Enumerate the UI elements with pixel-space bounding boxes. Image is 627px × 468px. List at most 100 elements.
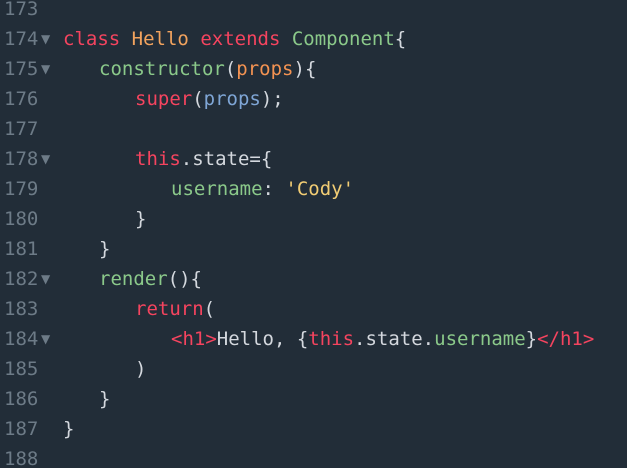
code-line[interactable]: 178 ▼ this.state={ bbox=[0, 144, 627, 174]
code-text[interactable]: class Hello extends Component{ bbox=[63, 24, 406, 54]
code-line[interactable]: 179 username: 'Cody' bbox=[0, 174, 627, 204]
code-token-component: Component bbox=[291, 28, 395, 50]
code-token-tag: <h1> bbox=[171, 328, 217, 350]
line-gutter: 184 ▼ bbox=[0, 324, 58, 354]
fold-arrow-icon[interactable]: ▼ bbox=[41, 264, 50, 294]
code-token-plain: ( bbox=[203, 298, 216, 320]
line-gutter: 178 ▼ bbox=[0, 144, 58, 174]
code-text[interactable]: render(){ bbox=[99, 264, 202, 294]
code-line[interactable]: 182 ▼ render(){ bbox=[0, 264, 627, 294]
line-number: 183 bbox=[4, 298, 39, 320]
line-number: 181 bbox=[4, 238, 39, 260]
code-text[interactable]: } bbox=[135, 204, 146, 234]
line-number: 187 bbox=[4, 418, 39, 440]
code-token-plain: ( bbox=[224, 58, 237, 80]
code-line[interactable]: 176 super(props); bbox=[0, 84, 627, 114]
code-token-plain: ){ bbox=[293, 58, 317, 80]
code-text[interactable]: username: 'Cody' bbox=[171, 174, 354, 204]
line-gutter: 181 bbox=[0, 234, 58, 264]
line-gutter: 174 ▼ bbox=[0, 24, 58, 54]
code-line[interactable]: 183 return( bbox=[0, 294, 627, 324]
line-number: 188 bbox=[4, 448, 39, 468]
code-token-tag: </h1> bbox=[537, 328, 595, 350]
code-token-keyword: this bbox=[308, 328, 355, 350]
code-token-plain: { bbox=[394, 28, 407, 50]
code-text[interactable]: } bbox=[63, 414, 74, 444]
code-token-keyword: class bbox=[63, 28, 121, 50]
code-token-keyword: this bbox=[135, 148, 181, 170]
line-gutter: 176 bbox=[0, 84, 58, 114]
line-gutter: 180 bbox=[0, 204, 58, 234]
code-token-plain: } bbox=[525, 328, 538, 350]
code-text[interactable]: } bbox=[99, 384, 110, 414]
code-text[interactable]: constructor(props){ bbox=[99, 54, 316, 84]
line-gutter: 179 bbox=[0, 174, 58, 204]
code-token-plain: : bbox=[262, 178, 286, 200]
code-token-plain: Hello, { bbox=[216, 328, 309, 350]
fold-arrow-icon[interactable]: ▼ bbox=[41, 54, 50, 84]
line-number: 179 bbox=[4, 178, 39, 200]
line-number: 177 bbox=[4, 118, 39, 140]
code-token-plain: ) bbox=[135, 358, 147, 380]
code-token-keyword: super bbox=[135, 88, 193, 110]
code-token-plain: ); bbox=[260, 88, 284, 110]
code-token-plain: } bbox=[135, 208, 147, 230]
line-gutter: 182 ▼ bbox=[0, 264, 58, 294]
code-line[interactable]: 173 bbox=[0, 0, 627, 24]
line-number: 178 bbox=[4, 148, 39, 170]
code-token-plain: .state={ bbox=[180, 148, 273, 170]
line-gutter: 188 bbox=[0, 444, 58, 468]
line-number: 182 bbox=[4, 268, 39, 290]
code-token-component: username bbox=[171, 178, 263, 200]
code-line[interactable]: 174 ▼ class Hello extends Component{ bbox=[0, 24, 627, 54]
line-number: 184 bbox=[4, 328, 39, 350]
fold-arrow-icon[interactable]: ▼ bbox=[41, 144, 50, 174]
code-text[interactable]: super(props); bbox=[135, 84, 284, 114]
line-gutter: 177 bbox=[0, 114, 58, 144]
code-token-plain: } bbox=[99, 388, 111, 410]
code-token-keyword: return bbox=[135, 298, 204, 320]
code-line[interactable]: 184 ▼ <h1>Hello, {this.state.username}</h1… bbox=[0, 324, 627, 354]
code-token-classname: Hello bbox=[131, 28, 189, 50]
code-line[interactable]: 175 ▼ constructor(props){ bbox=[0, 54, 627, 84]
code-text[interactable]: this.state={ bbox=[135, 144, 272, 174]
code-line[interactable]: 188 bbox=[0, 444, 627, 468]
line-number: 176 bbox=[4, 88, 39, 110]
line-gutter: 175 ▼ bbox=[0, 54, 58, 84]
code-token-keyword: extends bbox=[200, 28, 281, 50]
code-line[interactable]: 185) bbox=[0, 354, 627, 384]
code-line[interactable]: 180} bbox=[0, 204, 627, 234]
code-token-plain: } bbox=[63, 418, 75, 440]
code-text[interactable]: ) bbox=[135, 354, 146, 384]
code-line[interactable]: 181} bbox=[0, 234, 627, 264]
line-gutter: 173 bbox=[0, 0, 58, 24]
code-line[interactable]: 186} bbox=[0, 384, 627, 414]
line-number: 175 bbox=[4, 58, 39, 80]
code-text[interactable]: } bbox=[99, 234, 110, 264]
line-number: 173 bbox=[4, 0, 39, 20]
fold-arrow-icon[interactable]: ▼ bbox=[41, 324, 50, 354]
code-token-plain: ( bbox=[192, 88, 204, 110]
line-gutter: 183 bbox=[0, 294, 58, 324]
line-gutter: 186 bbox=[0, 384, 58, 414]
code-token-param: props bbox=[236, 58, 294, 80]
code-text[interactable]: <h1>Hello, {this.state.username}</h1> bbox=[171, 324, 594, 354]
code-token-plain: } bbox=[99, 238, 111, 260]
line-gutter: 187 bbox=[0, 414, 58, 444]
code-token-method: constructor bbox=[99, 58, 225, 80]
line-number: 185 bbox=[4, 358, 39, 380]
code-line[interactable]: 177 bbox=[0, 114, 627, 144]
code-token-method: render bbox=[99, 268, 168, 290]
line-number: 186 bbox=[4, 388, 39, 410]
fold-arrow-icon[interactable]: ▼ bbox=[41, 24, 50, 54]
line-gutter: 185 bbox=[0, 354, 58, 384]
line-number: 180 bbox=[4, 208, 39, 230]
code-token-paramref: props bbox=[203, 88, 261, 110]
code-text[interactable]: return( bbox=[135, 294, 215, 324]
code-editor[interactable]: 173 174 ▼ class Hello extends Component{175… bbox=[0, 0, 627, 468]
code-line[interactable]: 187} bbox=[0, 414, 627, 444]
code-token-plain: .state. bbox=[354, 328, 435, 350]
